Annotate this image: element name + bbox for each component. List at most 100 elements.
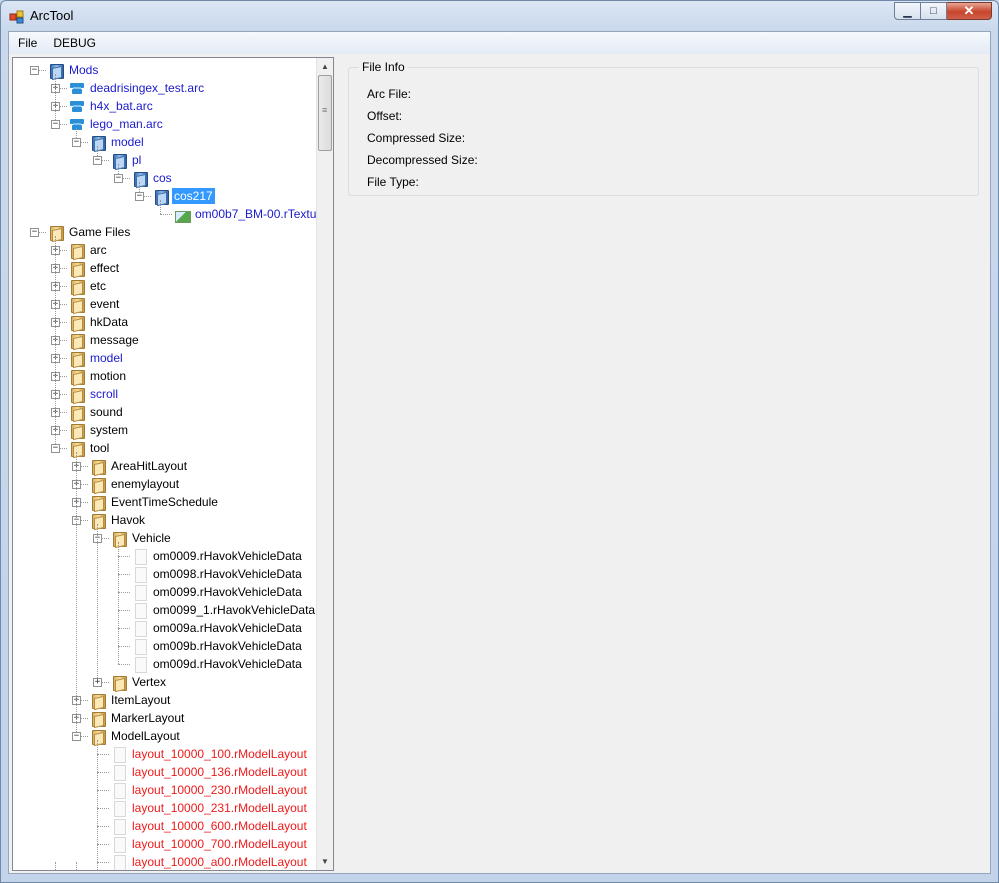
minimize-button[interactable]: ▁ (894, 2, 921, 20)
tree-node[interactable]: lego_man.arc (69, 115, 165, 133)
scroll-up-icon[interactable]: ▲ (317, 58, 333, 75)
folder-icon (69, 278, 85, 295)
tree-node[interactable]: layout_10000_100.rModelLayout (111, 745, 309, 763)
decompressed-size-label: Decompressed Size: (367, 153, 478, 167)
tree-node[interactable]: motion (69, 367, 128, 385)
tree-node[interactable]: etc (69, 277, 108, 295)
expand-icon[interactable]: + (93, 678, 102, 687)
tree-node[interactable]: MarkerLayout (90, 709, 186, 727)
tree-node[interactable]: om0098.rHavokVehicleData (132, 565, 304, 583)
tree-connector-line (97, 790, 109, 791)
arc-file-icon (69, 98, 85, 114)
tree-node[interactable]: system (69, 421, 130, 439)
file-icon (111, 746, 127, 763)
tree-node[interactable]: enemylayout (90, 475, 181, 493)
app-window: ArcTool ▁ □ ✕ File DEBUG Mods − deadrising… (0, 0, 999, 883)
tree-connector-line (118, 556, 130, 557)
tree-node[interactable]: om009d.rHavokVehicleData (132, 655, 304, 673)
folder-icon (90, 728, 106, 745)
tree-node[interactable]: EventTimeSchedule (90, 493, 220, 511)
tree-node[interactable]: layout_10000_230.rModelLayout (111, 781, 309, 799)
tree-connector-line (55, 862, 56, 870)
tree-node[interactable]: om00b7_BM-00.rTexture (174, 205, 317, 223)
collapse-icon[interactable]: − (72, 138, 81, 147)
tree-connector-line (55, 236, 56, 448)
tree-connector-line (97, 862, 109, 863)
tree-node[interactable]: ItemLayout (90, 691, 172, 709)
close-button[interactable]: ✕ (947, 2, 992, 20)
tree-node[interactable]: event (69, 295, 121, 313)
file-icon (132, 584, 148, 601)
compressed-size-label: Compressed Size: (367, 131, 466, 145)
tree-connector-line (118, 646, 130, 647)
file-tree[interactable]: Mods − deadrisingex_test.arc + h4x_bat.arc + l… (13, 58, 317, 870)
tree-node[interactable]: ModelLayout (90, 727, 182, 745)
tree-node[interactable]: Vertex (111, 673, 168, 691)
tree-node[interactable]: layout_10000_231.rModelLayout (111, 799, 309, 817)
folder-icon (90, 476, 106, 493)
tree-node[interactable]: scroll (69, 385, 120, 403)
menu-debug[interactable]: DEBUG (45, 32, 104, 54)
caption-buttons: ▁ □ ✕ (894, 2, 992, 20)
scroll-thumb[interactable]: ≡ (318, 75, 332, 151)
tree-node-label: tool (90, 441, 110, 455)
title-bar[interactable]: ArcTool ▁ □ ✕ (1, 1, 998, 31)
texture-image-icon (174, 206, 191, 223)
collapse-icon[interactable]: − (93, 156, 102, 165)
tree-node[interactable]: layout_10000_700.rModelLayout (111, 835, 309, 853)
scroll-down-icon[interactable]: ▼ (317, 853, 333, 870)
tree-node[interactable]: Game Files (48, 223, 132, 241)
tree-node[interactable]: Havok (90, 511, 147, 529)
tree-node[interactable]: message (69, 331, 141, 349)
tree-node-label: sound (90, 405, 123, 419)
collapse-icon[interactable]: − (30, 66, 39, 75)
tree-node-label: h4x_bat.arc (90, 99, 153, 113)
collapse-icon[interactable]: − (114, 174, 123, 183)
tree-node[interactable]: h4x_bat.arc (69, 97, 155, 115)
collapse-icon[interactable]: − (51, 120, 60, 129)
tree-node-label: event (90, 297, 120, 311)
menu-file[interactable]: File (9, 32, 45, 54)
tree-node[interactable]: om0099.rHavokVehicleData (132, 583, 304, 601)
folder-blue-icon (90, 134, 106, 151)
tree-node[interactable]: deadrisingex_test.arc (69, 79, 206, 97)
file-tree-panel[interactable]: Mods − deadrisingex_test.arc + h4x_bat.arc + l… (12, 57, 334, 871)
tree-node[interactable]: hkData (69, 313, 130, 331)
tree-node[interactable]: om0009.rHavokVehicleData (132, 547, 304, 565)
tree-node[interactable]: effect (69, 259, 121, 277)
tree-node[interactable]: AreaHitLayout (90, 457, 189, 475)
tree-node[interactable]: pl (111, 151, 143, 169)
tree-connector-line (118, 628, 130, 629)
collapse-icon[interactable]: − (135, 192, 144, 201)
tree-node[interactable]: layout_10000_600.rModelLayout (111, 817, 309, 835)
tree-scrollbar[interactable]: ▲ ≡ ▼ (316, 58, 333, 870)
collapse-icon[interactable]: − (51, 444, 60, 453)
file-icon (132, 656, 148, 673)
tree-node-label: scroll (90, 387, 119, 401)
tree-node[interactable]: model (90, 133, 146, 151)
file-icon (132, 548, 148, 565)
tree-node[interactable]: layout_10000_136.rModelLayout (111, 763, 309, 781)
collapse-icon[interactable]: − (72, 732, 81, 741)
tree-node[interactable]: model (69, 349, 125, 367)
tree-node[interactable]: arc (69, 241, 109, 259)
tree-node[interactable]: om0099_1.rHavokVehicleData (132, 601, 317, 619)
tree-node[interactable]: cos217 (153, 187, 215, 205)
tree-node-label: Game Files (69, 225, 131, 239)
tree-node-label: lego_man.arc (90, 117, 163, 131)
tree-node[interactable]: om009a.rHavokVehicleData (132, 619, 304, 637)
tree-node-label: Vehicle (132, 531, 171, 545)
tree-node-label: om009d.rHavokVehicleData (153, 657, 302, 671)
tree-node-label: enemylayout (111, 477, 180, 491)
tree-node[interactable]: Vehicle (111, 529, 173, 547)
tree-node-label: arc (90, 243, 107, 257)
tree-node-label: MarkerLayout (111, 711, 185, 725)
tree-connector-line (97, 862, 98, 870)
tree-node[interactable]: sound (69, 403, 125, 421)
tree-node-label: layout_10000_136.rModelLayout (132, 765, 307, 779)
tree-node-label: etc (90, 279, 107, 293)
maximize-button[interactable]: □ (921, 2, 947, 20)
collapse-icon[interactable]: − (30, 228, 39, 237)
tree-node[interactable]: layout_10000_a00.rModelLayout (111, 853, 309, 870)
tree-node[interactable]: om009b.rHavokVehicleData (132, 637, 304, 655)
